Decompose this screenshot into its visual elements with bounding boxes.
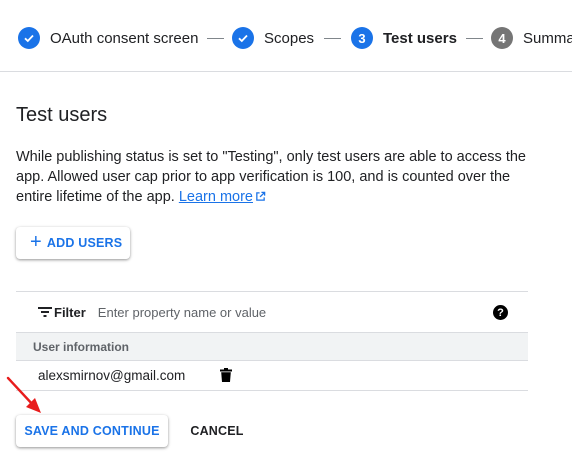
step-label: OAuth consent screen (50, 29, 199, 47)
cancel-button[interactable]: CANCEL (186, 415, 248, 447)
add-users-button[interactable]: + ADD USERS (16, 227, 130, 259)
save-and-continue-button[interactable]: SAVE AND CONTINUE (16, 415, 168, 447)
section-description: While publishing status is set to "Testi… (16, 147, 546, 207)
learn-more-label: Learn more (178, 189, 253, 205)
add-users-label: ADD USERS (46, 236, 123, 250)
step-connector (466, 38, 483, 39)
external-link-icon (256, 191, 266, 201)
stepper: OAuth consent screen Scopes 3 Test users… (0, 0, 572, 72)
step-label: Summa (523, 29, 572, 47)
test-users-table: Filter ? User information alexsmirnov@gm… (16, 291, 528, 391)
step-label: Scopes (264, 29, 315, 47)
user-email: alexsmirnov@gmail.com (38, 368, 186, 383)
column-header-user-information: User information (16, 333, 528, 361)
plus-icon: + (30, 231, 42, 253)
table-row: alexsmirnov@gmail.com (16, 361, 528, 391)
step-connector (324, 38, 341, 39)
filter-label: Filter (54, 304, 86, 320)
step-connector (207, 38, 224, 39)
step-oauth-consent-screen[interactable]: OAuth consent screen (18, 26, 198, 50)
step-test-users[interactable]: 3 Test users (351, 26, 457, 50)
red-arrow-annotation-icon (6, 376, 41, 413)
step-summary[interactable]: 4 Summa (491, 26, 572, 50)
delete-icon[interactable] (220, 368, 232, 387)
description-text: While publishing status is set to "Testi… (16, 149, 526, 205)
step-label: Test users (383, 29, 457, 47)
filter-input[interactable] (97, 304, 458, 320)
check-icon (18, 27, 40, 49)
step-number-badge: 3 (351, 27, 373, 49)
step-scopes[interactable]: Scopes (232, 26, 314, 50)
page-title: Test users (16, 104, 108, 126)
filter-bar: Filter ? (16, 292, 528, 333)
step-number-badge: 4 (491, 27, 513, 49)
check-icon (232, 27, 254, 49)
help-icon[interactable]: ? (493, 305, 508, 320)
learn-more-link[interactable]: Learn more (179, 189, 266, 205)
filter-icon (38, 306, 52, 318)
